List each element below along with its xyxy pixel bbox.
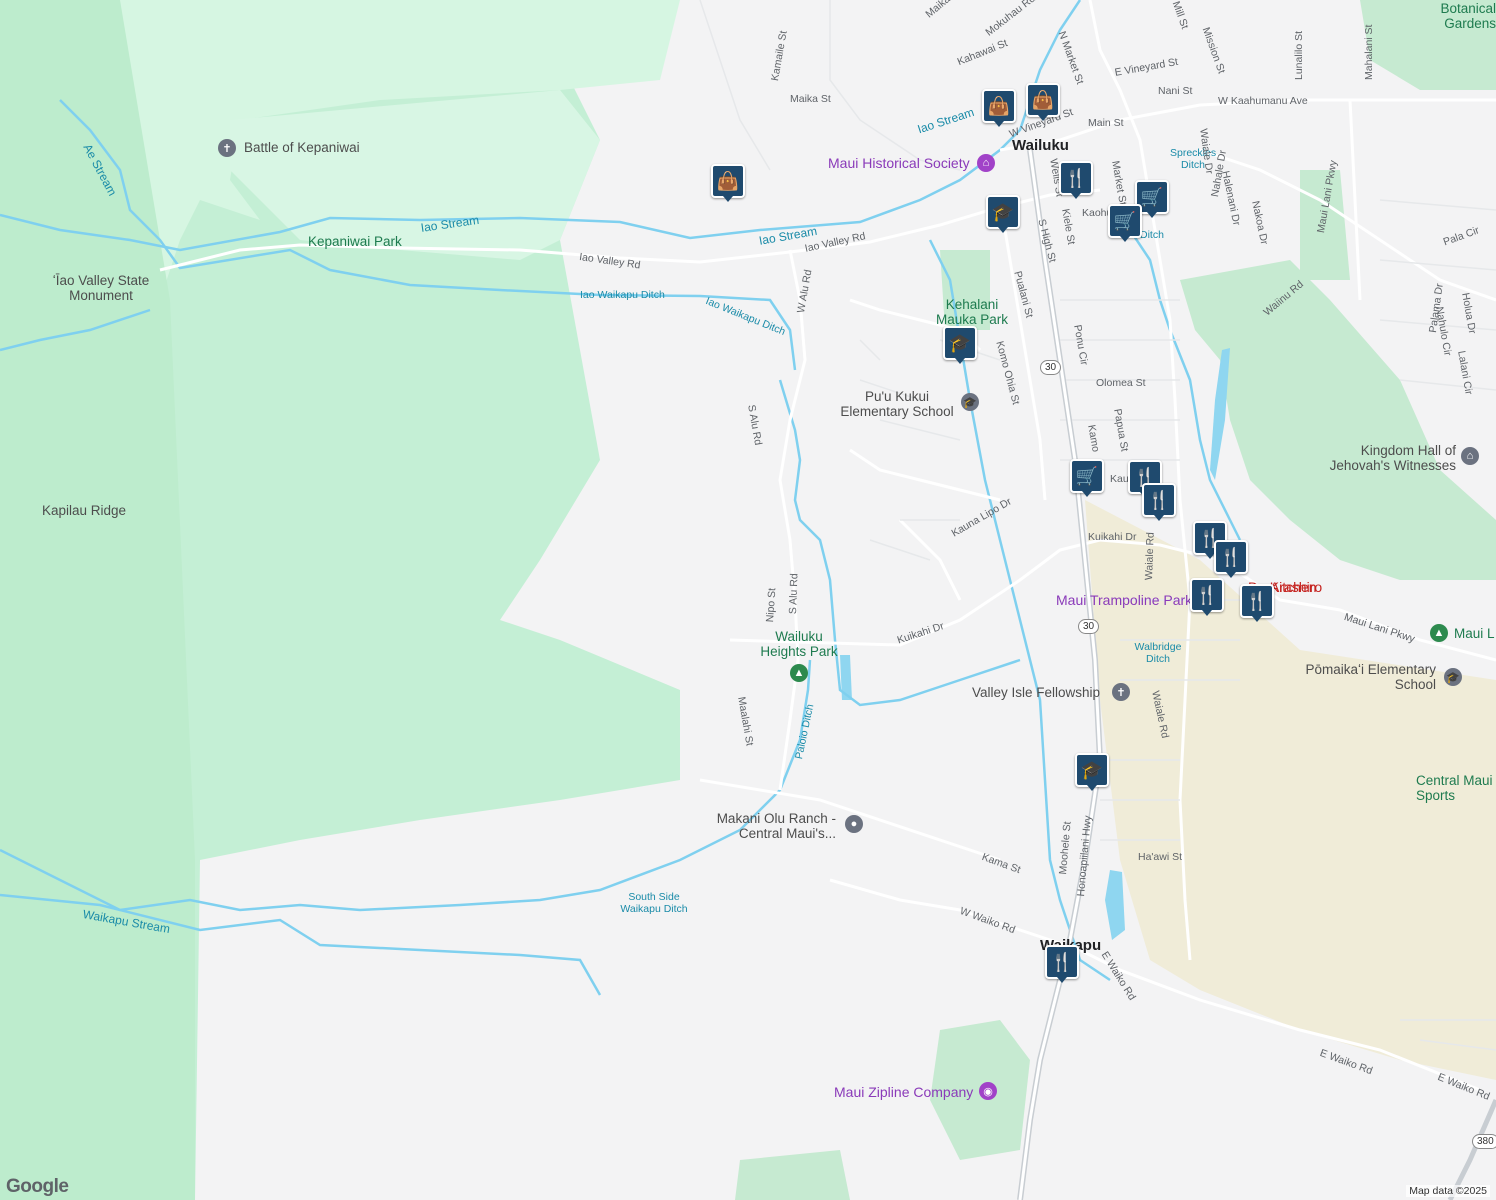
place-label[interactable]: Pōmaikaʻi Elementary School	[1290, 662, 1436, 693]
graduation-cap-icon: 🎓	[943, 326, 977, 360]
bottom-green	[735, 1150, 850, 1200]
street-label: Ha'awi St	[1138, 851, 1183, 863]
waterway-label: Walbridge Ditch	[1134, 641, 1182, 665]
street-label: S Alu Rd	[787, 573, 801, 615]
street-label: W Kaahumanu Ave	[1218, 95, 1308, 107]
map-attribution[interactable]: Map data ©2025	[1406, 1185, 1490, 1197]
shopping-cart-icon: 🛒	[1070, 459, 1104, 493]
street-label: Nani St	[1158, 85, 1193, 97]
fork-knife-icon: 🍴	[1045, 945, 1079, 979]
route-shield: 30	[1078, 619, 1100, 634]
grocery-marker[interactable]: 🛒	[1070, 459, 1104, 497]
place-label[interactable]: ʻĪao Valley State Monument	[36, 273, 166, 304]
place-label[interactable]: Maui L	[1454, 626, 1495, 642]
fork-knife-icon: 🍴	[1214, 540, 1248, 574]
restaurant-marker[interactable]: 🍴	[1190, 578, 1224, 616]
graduation-cap-icon: 🎓	[1075, 753, 1109, 787]
place-label[interactable]: Kehalani Mauka Park	[932, 297, 1012, 328]
place-icon[interactable]: ●	[845, 815, 863, 833]
route-shield: 30	[1040, 360, 1062, 375]
waterway-label: Ditch	[1140, 229, 1164, 241]
grocery-marker[interactable]: 🛒	[1108, 204, 1142, 242]
shopping-bag-icon: 👜	[982, 89, 1016, 123]
place-label[interactable]: Wailuku Heights Park	[756, 629, 842, 660]
street-label: Mahalani St	[1363, 24, 1375, 80]
museum-icon[interactable]: ⌂	[977, 154, 995, 172]
church-icon[interactable]: ⌂	[1461, 447, 1479, 465]
park-tree-icon[interactable]: ▲	[790, 664, 808, 682]
place-label[interactable]: Pu'u Kukui Elementary School	[838, 389, 956, 420]
place-label[interactable]: Arashiro	[1270, 579, 1322, 595]
street-label: Olomea St	[1096, 377, 1146, 389]
shopping-marker[interactable]: 👜	[982, 89, 1016, 127]
shopping-bag-icon: 👜	[1026, 83, 1060, 117]
street-label: Lunalilo St	[1293, 30, 1305, 80]
map-canvas[interactable]: Kapilau Ridge Wailuku Waikapu ✝ Battle o…	[0, 0, 1496, 1200]
street-label: Waiale Rd	[1143, 531, 1157, 581]
shopping-bag-icon: 👜	[711, 164, 745, 198]
school-marker[interactable]: 🎓	[943, 326, 977, 364]
route-shield: 380	[1472, 1134, 1496, 1149]
waterway-label: Iao Waikapu Ditch	[580, 289, 665, 301]
fork-knife-icon: 🍴	[1240, 584, 1274, 618]
street-label: Maika St	[790, 93, 831, 105]
google-logo[interactable]: Google	[6, 1176, 69, 1198]
reservoir-2	[1105, 870, 1125, 940]
place-label[interactable]: Kepaniwai Park	[308, 234, 402, 250]
street-label: Kau	[1110, 473, 1129, 485]
cross-icon[interactable]: ✝	[218, 139, 236, 157]
shopping-cart-icon: 🛒	[1108, 204, 1142, 238]
street-label: Main St	[1088, 117, 1124, 129]
place-label[interactable]: Maui Zipline Company	[834, 1084, 973, 1100]
place-label[interactable]: Botanical Gardens	[1430, 1, 1496, 32]
place-label[interactable]: Kingdom Hall of Jehovah's Witnesses	[1326, 443, 1456, 474]
fork-knife-icon: 🍴	[1059, 161, 1093, 195]
street-label: Nipo St	[764, 587, 779, 623]
shopping-marker[interactable]: 👜	[1026, 83, 1060, 121]
place-label[interactable]: Valley Isle Fellowship	[972, 685, 1100, 701]
restaurant-marker[interactable]: 🍴	[1059, 161, 1093, 199]
school-icon[interactable]: 🎓	[1444, 668, 1462, 686]
place-label[interactable]: Makani Olu Ranch - Central Maui's...	[716, 811, 836, 842]
fork-knife-icon: 🍴	[1142, 483, 1176, 517]
place-label[interactable]: Maui Historical Society	[828, 155, 970, 171]
restaurant-marker[interactable]: 🍴	[1240, 584, 1274, 622]
school-marker[interactable]: 🎓	[986, 195, 1020, 233]
camera-icon[interactable]: ◉	[979, 1082, 997, 1100]
reservoir	[1210, 348, 1230, 480]
shopping-marker[interactable]: 👜	[711, 164, 745, 202]
town-label: Wailuku	[1012, 137, 1069, 154]
restaurant-marker[interactable]: 🍴	[1142, 483, 1176, 521]
place-label[interactable]: Maui Trampoline Park	[1056, 592, 1192, 608]
restaurant-marker[interactable]: 🍴	[1045, 945, 1079, 983]
cross-icon[interactable]: ✝	[1112, 683, 1130, 701]
place-label[interactable]: Battle of Kepaniwai	[244, 140, 360, 156]
school-icon[interactable]: 🎓	[961, 393, 979, 411]
street-label: Kuikahi Dr	[1088, 531, 1137, 543]
park-tree-icon[interactable]: ▲	[1430, 624, 1448, 642]
restaurant-marker[interactable]: 🍴	[1214, 540, 1248, 578]
waterway-label: South Side Waikapu Ditch	[620, 891, 688, 915]
graduation-cap-icon: 🎓	[986, 195, 1020, 229]
school-marker[interactable]: 🎓	[1075, 753, 1109, 791]
fork-knife-icon: 🍴	[1190, 578, 1224, 612]
place-label[interactable]: Central Maui Sports	[1416, 773, 1496, 804]
area-label: Kapilau Ridge	[42, 503, 127, 518]
